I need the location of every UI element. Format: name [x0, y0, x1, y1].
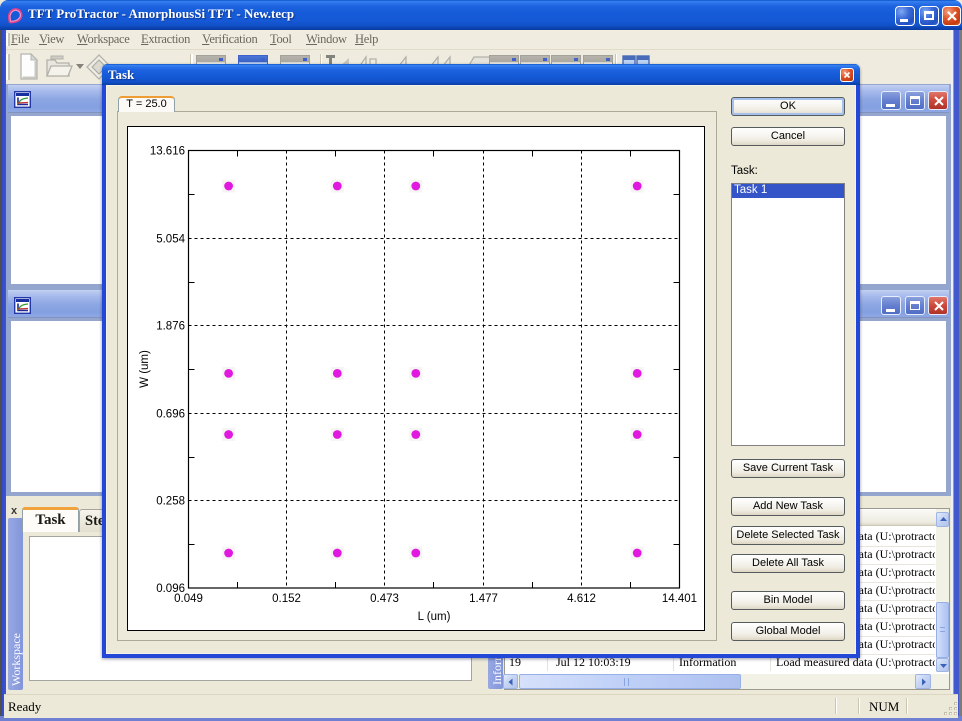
svg-text:14.401: 14.401 — [662, 593, 697, 605]
svg-text:5.054: 5.054 — [156, 234, 185, 246]
svg-text:L (um): L (um) — [418, 611, 451, 623]
svg-text:0.473: 0.473 — [370, 593, 399, 605]
svg-text:4.612: 4.612 — [567, 593, 596, 605]
svg-text:W (um): W (um) — [139, 350, 151, 388]
svg-text:1.876: 1.876 — [156, 321, 185, 333]
svg-text:13.616: 13.616 — [150, 146, 185, 158]
svg-text:0.258: 0.258 — [156, 496, 185, 508]
svg-text:0.696: 0.696 — [156, 409, 185, 421]
svg-text:1.477: 1.477 — [469, 593, 498, 605]
svg-text:0.152: 0.152 — [272, 593, 301, 605]
svg-text:0.049: 0.049 — [174, 593, 203, 605]
